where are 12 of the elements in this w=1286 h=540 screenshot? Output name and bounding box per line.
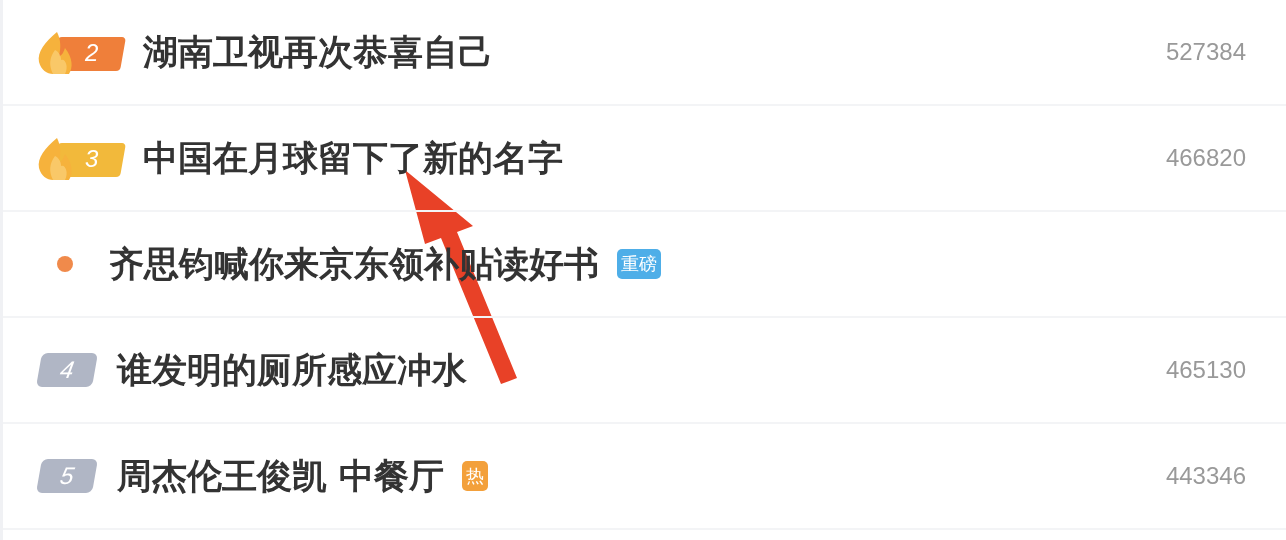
hot-count: 527384 [1165, 38, 1246, 66]
topic-tag: 热 [462, 461, 489, 491]
topic-link[interactable]: 谁发明的厕所感应冲水 [117, 346, 467, 394]
hot-count: 443346 [1165, 462, 1246, 490]
rank-badge: 5 [36, 459, 98, 493]
topic-tag: 重磅 [617, 249, 661, 279]
topic-link[interactable]: 湖南卫视再次恭喜自己 [143, 28, 493, 76]
hot-count: 466820 [1165, 144, 1246, 172]
hot-count: 465130 [1165, 356, 1246, 384]
rank-badge: 4 [36, 353, 98, 387]
topic-link[interactable]: 周杰伦王俊凯 中餐厅 [117, 452, 445, 500]
topic-link[interactable]: 中国在月球留下了新的名字 [143, 134, 563, 182]
